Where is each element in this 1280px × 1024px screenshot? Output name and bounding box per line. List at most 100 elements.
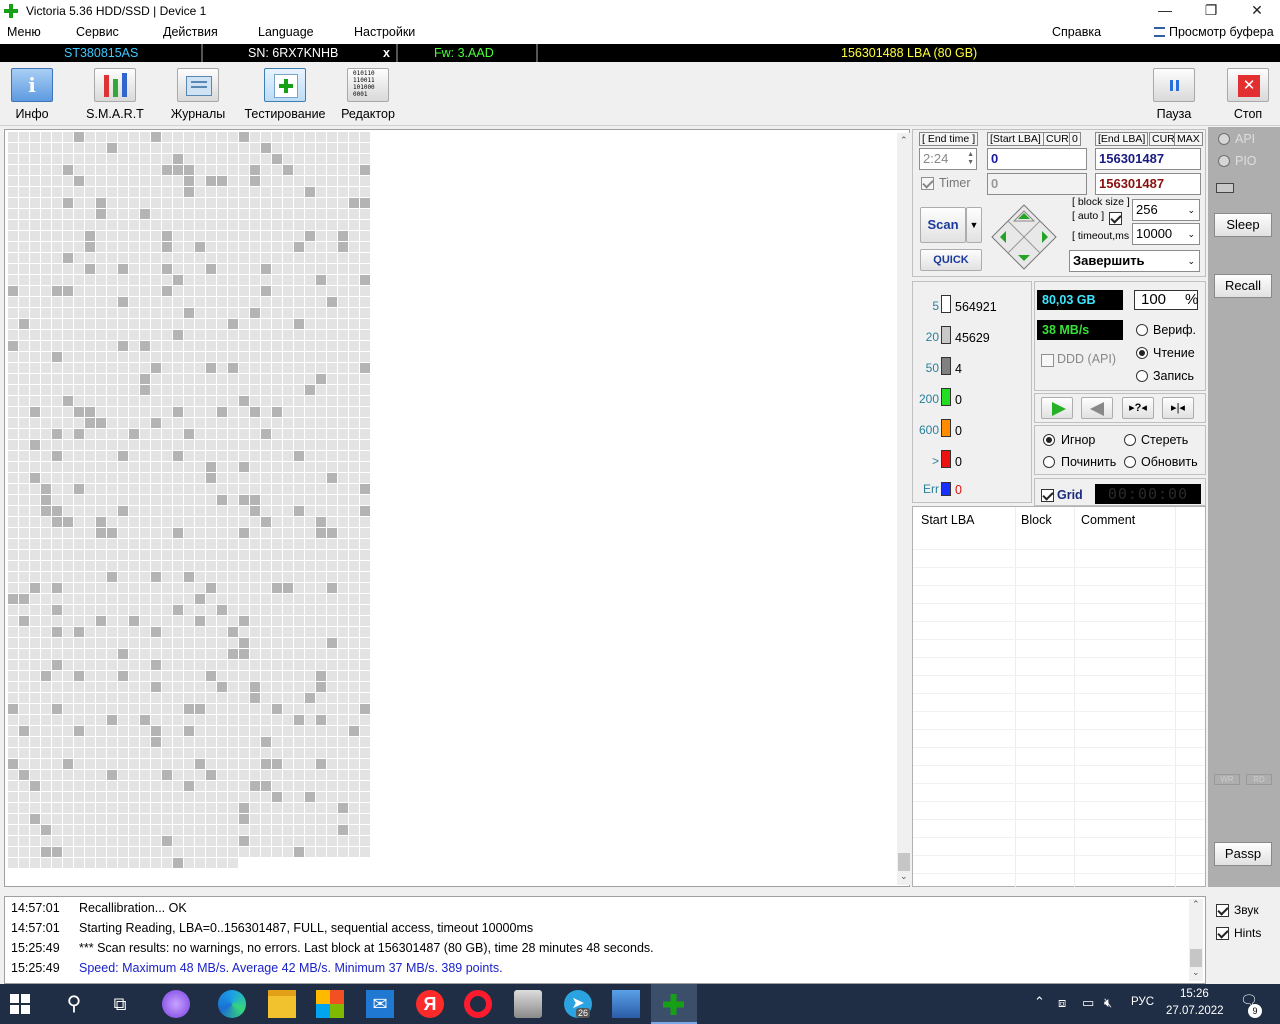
sleep-button[interactable]: Sleep <box>1214 213 1272 237</box>
scan-block <box>294 407 304 417</box>
histogram-swatch <box>941 357 951 375</box>
editor-button[interactable]: 010110 110011 101000 0001 Редактор <box>340 66 396 122</box>
mail-icon[interactable]: ✉ <box>366 990 394 1018</box>
opera-icon[interactable] <box>464 990 492 1018</box>
clock-date[interactable]: 27.07.2022 <box>1166 1005 1224 1017</box>
minimize-button[interactable]: — <box>1142 0 1188 22</box>
play-button[interactable] <box>1041 397 1073 419</box>
restore-button[interactable]: ❐ <box>1188 0 1234 22</box>
verify-radio[interactable] <box>1136 324 1148 336</box>
skip-end-button[interactable]: ▸|◂ <box>1162 397 1194 419</box>
log-scrollbar[interactable]: ⌃ ⌄ <box>1189 899 1203 981</box>
timeout-select[interactable]: 10000 ⌄ <box>1132 223 1200 245</box>
scan-block <box>8 726 18 736</box>
scan-block <box>8 737 18 747</box>
grid-checkbox[interactable] <box>1041 489 1054 502</box>
histogram-label: Err <box>923 482 939 496</box>
menu-actions[interactable]: Действия <box>163 25 218 39</box>
photos-icon[interactable] <box>612 990 640 1018</box>
block-size-select[interactable]: 256 ⌄ <box>1132 199 1200 221</box>
scan-block <box>52 858 62 868</box>
stop-label: Стоп <box>1233 107 1263 121</box>
close-button[interactable]: ✕ <box>1234 0 1280 22</box>
hints-checkbox[interactable] <box>1216 927 1229 940</box>
ddd-checkbox[interactable] <box>1041 354 1054 367</box>
scan-block <box>52 517 62 527</box>
stop-button[interactable]: ✕ Стоп <box>1226 66 1270 122</box>
start-zero-button[interactable]: 0 <box>1069 132 1081 146</box>
quick-button[interactable]: QUICK <box>920 249 982 271</box>
menu-language[interactable]: Language <box>258 25 314 39</box>
write-radio[interactable] <box>1136 370 1148 382</box>
recall-button[interactable]: Recall <box>1214 274 1272 298</box>
yandex-browser-icon[interactable]: Я <box>416 990 444 1018</box>
search-icon[interactable]: ⚲ <box>60 990 88 1018</box>
hex-editor-icon: 010110 110011 101000 0001 <box>347 68 389 102</box>
timer-field[interactable]: 0 <box>987 173 1087 195</box>
logs-button[interactable]: Журналы <box>168 66 228 122</box>
scan-block <box>74 330 84 340</box>
end-lba-field[interactable]: 156301487 <box>1095 148 1201 170</box>
column-start-lba[interactable]: Start LBA <box>921 513 975 527</box>
erase-radio[interactable] <box>1124 434 1136 446</box>
column-comment[interactable]: Comment <box>1081 513 1135 527</box>
scan-block <box>118 407 128 417</box>
scan-block <box>217 352 227 362</box>
store-icon[interactable] <box>316 990 344 1018</box>
end-lba-field-2[interactable]: 156301487 <box>1095 173 1201 195</box>
end-max-button[interactable]: MAX <box>1174 132 1203 146</box>
start-lba-field[interactable]: 0 <box>987 148 1087 170</box>
pio-radio[interactable] <box>1218 155 1230 167</box>
menu-service[interactable]: Сервис <box>76 25 119 39</box>
scan-block <box>8 759 18 769</box>
scan-block <box>360 704 370 714</box>
ignore-radio[interactable] <box>1043 434 1055 446</box>
drive-tool-icon[interactable] <box>514 990 542 1018</box>
refresh-radio[interactable] <box>1124 456 1136 468</box>
api-radio[interactable] <box>1218 133 1230 145</box>
direction-pad[interactable] <box>990 203 1058 271</box>
network-icon[interactable]: ⧈ <box>1058 995 1066 1011</box>
pause-button[interactable]: Пауза <box>1152 66 1196 122</box>
passp-button[interactable]: Passp <box>1214 842 1272 866</box>
input-language[interactable]: РУС <box>1131 996 1154 1008</box>
timer-checkbox[interactable] <box>921 177 934 190</box>
clock-time[interactable]: 15:26 <box>1180 988 1209 1000</box>
drive-close-mark[interactable]: x <box>383 44 390 62</box>
testing-tab[interactable]: Тестирование <box>244 66 326 122</box>
start-cur-button[interactable]: CUR <box>1043 132 1072 146</box>
alice-icon[interactable] <box>162 990 190 1018</box>
sound-checkbox[interactable] <box>1216 904 1229 917</box>
task-view-icon[interactable]: ⧉ <box>106 990 134 1018</box>
drive-model[interactable]: ST380815AS <box>64 44 138 62</box>
scan-block <box>129 506 139 516</box>
finish-action-select[interactable]: Завершить ⌄ <box>1069 250 1200 272</box>
scan-dropdown-button[interactable]: ▼ <box>966 207 982 243</box>
end-time-field[interactable]: 2:24 ▲ ▼ <box>919 148 977 170</box>
speaker-muted-icon[interactable]: 🔇︎ <box>1104 995 1112 1011</box>
auto-checkbox[interactable] <box>1109 212 1122 225</box>
tray-chevron-up-icon[interactable]: ⌃ <box>1034 994 1045 1010</box>
menu-main[interactable]: Меню <box>7 25 41 39</box>
skip-unknown-button[interactable]: ▸?◂ <box>1122 397 1154 419</box>
column-block[interactable]: Block <box>1021 513 1052 527</box>
victoria-taskbar-button[interactable] <box>651 984 697 1024</box>
info-button[interactable]: i Инфо <box>8 66 56 122</box>
repair-radio[interactable] <box>1043 456 1055 468</box>
storage-icon[interactable]: ▭ <box>1082 995 1094 1011</box>
scan-block <box>118 330 128 340</box>
scan-block <box>107 759 117 769</box>
scan-map-scrollbar[interactable]: ⌃ ⌄ <box>897 133 911 885</box>
menu-help[interactable]: Справка <box>1052 25 1101 39</box>
smart-button[interactable]: S.M.A.R.T <box>84 66 146 122</box>
back-button[interactable] <box>1081 397 1113 419</box>
edge-icon[interactable] <box>218 990 246 1018</box>
windows-start-icon[interactable] <box>10 994 38 1022</box>
spin-icon[interactable]: ▲ ▼ <box>967 151 974 167</box>
file-explorer-icon[interactable] <box>268 990 296 1018</box>
menu-settings[interactable]: Настройки <box>354 25 415 39</box>
read-radio[interactable] <box>1136 347 1148 359</box>
buffer-view[interactable]: Просмотр буфера <box>1154 25 1274 39</box>
scan-button[interactable]: Scan <box>920 207 966 243</box>
scan-block <box>129 528 139 538</box>
